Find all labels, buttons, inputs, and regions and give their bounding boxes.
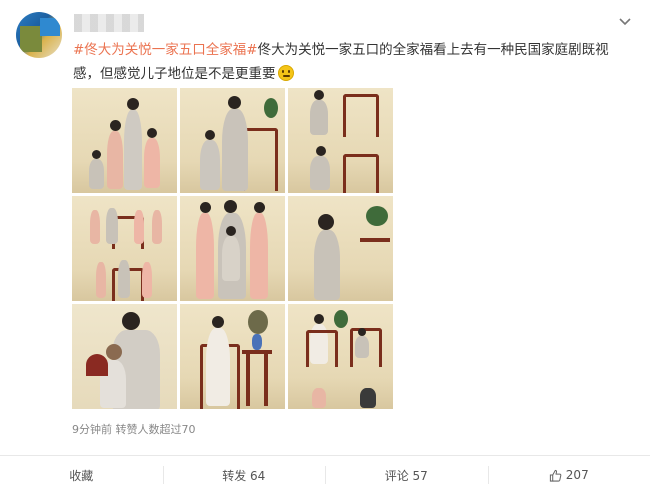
repost-button[interactable]: 转发 64 [162,456,326,494]
topic-link[interactable]: #佟大为关悦一家五口全家福# [73,42,258,58]
comment-label: 评论 57 [384,468,428,483]
like-button[interactable]: 207 [487,456,650,494]
avatar[interactable] [16,12,62,58]
like-count: 207 [565,468,589,482]
repost-label: 转发 64 [222,468,266,483]
photo-2[interactable] [180,88,285,193]
photo-1[interactable] [72,88,177,193]
photo-9[interactable] [288,304,393,409]
thumbs-up-icon [549,469,562,482]
collect-label: 收藏 [69,468,94,483]
photo-3[interactable] [288,88,393,193]
username-blurred[interactable] [74,14,144,32]
photo-7[interactable] [72,304,177,409]
photo-4[interactable] [72,196,177,301]
smiling-face-emoji-icon [277,65,294,81]
chevron-down-icon[interactable] [618,14,632,28]
photo-5[interactable] [180,196,285,301]
photo-6[interactable] [288,196,393,301]
comment-button[interactable]: 评论 57 [325,456,488,494]
photo-8[interactable] [180,304,285,409]
action-bar: 收藏 转发 64 评论 57 207 [0,456,650,494]
photo-grid [72,88,393,409]
post-text: #佟大为关悦一家五口全家福#佟大为关悦一家五口的全家福看上去有一种民国家庭剧既视… [73,38,628,86]
collect-button[interactable]: 收藏 [0,456,163,494]
post-meta: 9分钟前 转赞人数超过70 [72,423,196,436]
